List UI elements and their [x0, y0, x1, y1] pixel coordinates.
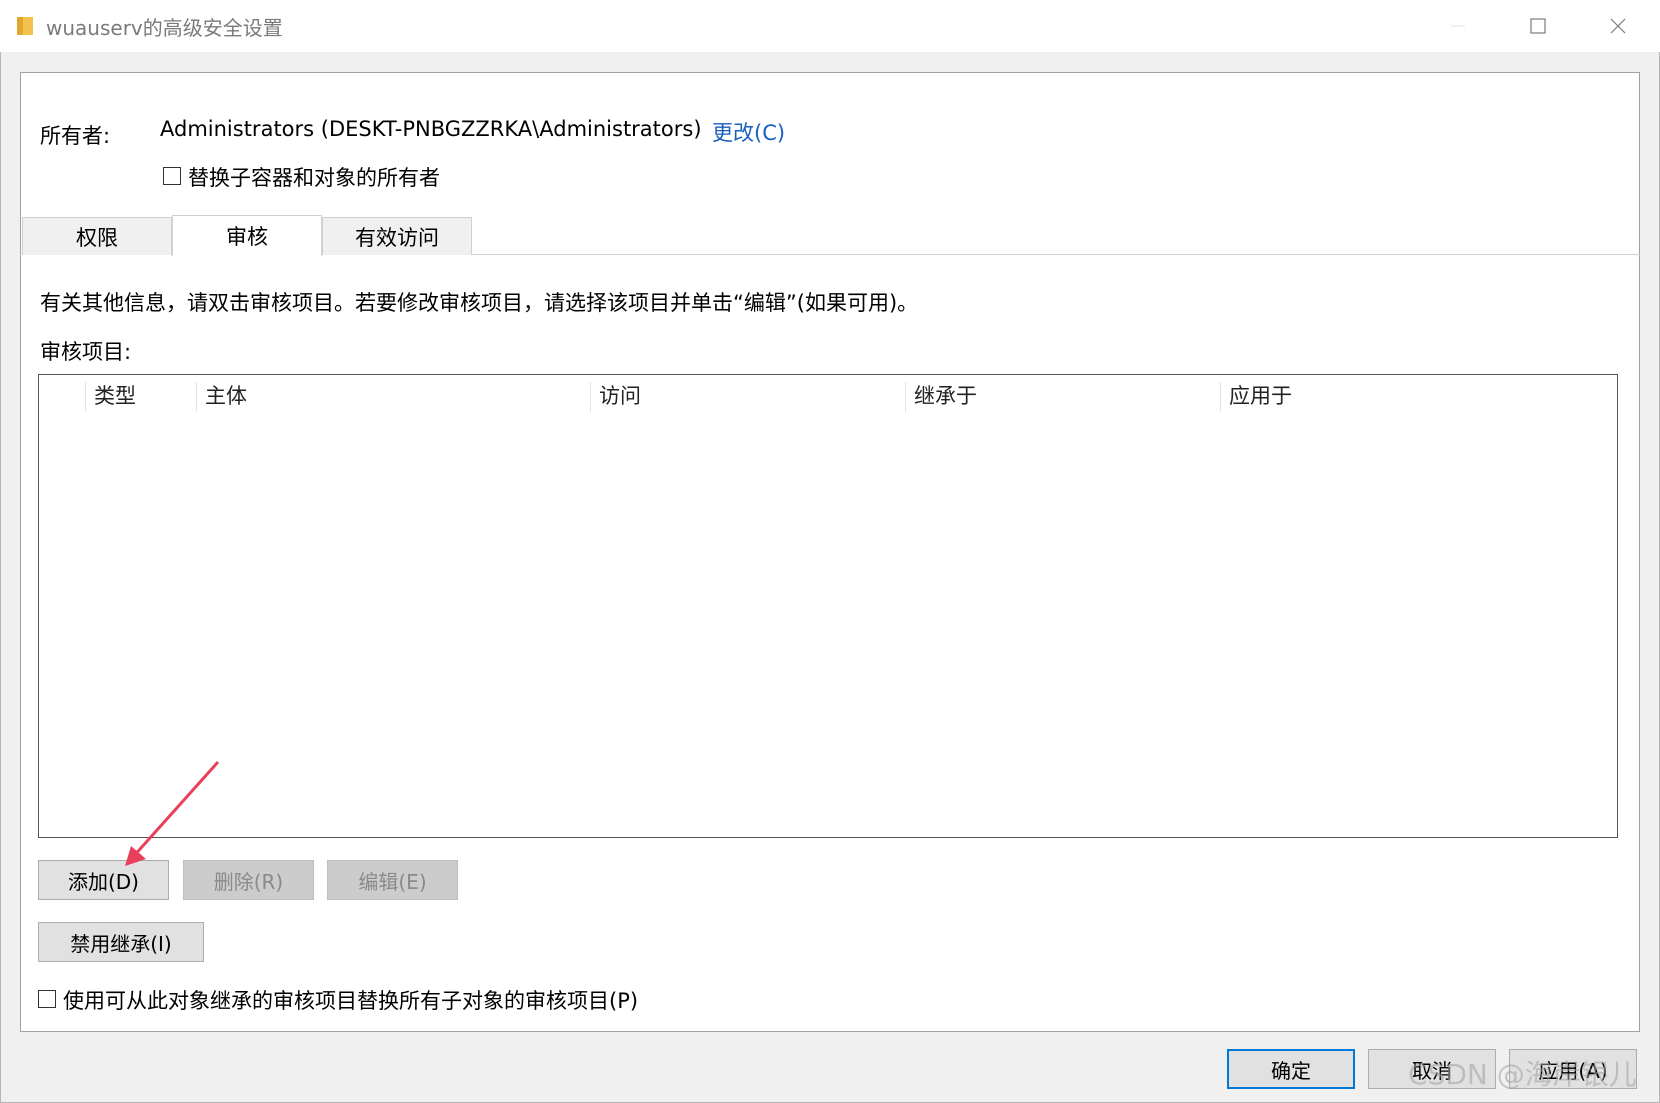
column-header-type[interactable]: 类型: [85, 382, 136, 412]
maximize-icon: [1530, 18, 1546, 34]
maximize-button[interactable]: [1498, 0, 1578, 52]
add-button[interactable]: 添加(D): [38, 860, 169, 900]
tab-permissions[interactable]: 权限: [22, 217, 172, 255]
folder-icon: [17, 17, 33, 35]
column-header-applies-to[interactable]: 应用于: [1220, 382, 1292, 412]
minimize-button[interactable]: [1418, 0, 1498, 52]
column-header-inherited-from[interactable]: 继承于: [905, 382, 977, 412]
close-icon: [1610, 18, 1626, 34]
column-header-access[interactable]: 访问: [590, 382, 641, 412]
change-owner-link[interactable]: 更改(C): [712, 117, 785, 147]
audit-items-label: 审核项目:: [40, 340, 132, 364]
audit-info-text: 有关其他信息，请双击审核项目。若要修改审核项目，请选择该项目并单击“编辑”(如果…: [40, 291, 919, 315]
edit-button[interactable]: 编辑(E): [327, 860, 458, 900]
tab-audit[interactable]: 审核: [172, 215, 322, 256]
close-button[interactable]: [1578, 0, 1658, 52]
column-header-principal[interactable]: 主体: [196, 382, 247, 412]
owner-value: Administrators (DESKT-PNBGZZRKA\Administ…: [160, 117, 702, 141]
window-title: wuauserv的高级安全设置: [46, 16, 283, 40]
audit-entries-list[interactable]: [38, 374, 1618, 838]
replace-owner-checkbox[interactable]: [163, 167, 181, 185]
replace-owner-label[interactable]: 替换子容器和对象的所有者: [188, 162, 440, 192]
replace-child-entries-checkbox[interactable]: [38, 990, 56, 1008]
remove-button[interactable]: 删除(R): [183, 860, 314, 900]
ok-button[interactable]: 确定: [1227, 1049, 1355, 1089]
owner-label: 所有者:: [40, 124, 111, 148]
watermark: CSDN @海岸银儿: [1408, 1058, 1637, 1091]
tab-effective-access[interactable]: 有效访问: [322, 217, 472, 255]
replace-child-entries-label[interactable]: 使用可从此对象继承的审核项目替换所有子对象的审核项目(P): [63, 985, 638, 1015]
disable-inheritance-button[interactable]: 禁用继承(I): [38, 922, 204, 962]
minimize-icon: [1451, 25, 1465, 27]
